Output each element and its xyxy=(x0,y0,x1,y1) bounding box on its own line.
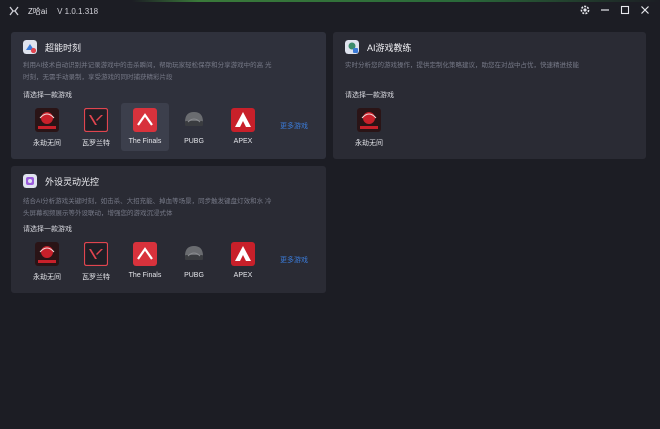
card-description: 实时分析您的游戏操作，提供定制化策略建议，助您在对战中占优，快速精进技能 xyxy=(345,62,579,69)
game-item-naraka[interactable]: 永劫无间 xyxy=(345,103,393,151)
game-item-pubg[interactable]: PUBG xyxy=(170,237,218,285)
pubg-icon xyxy=(182,242,206,266)
title-bar: Z哈ai V 1.0.1.318 xyxy=(0,0,660,22)
game-label: The Finals xyxy=(128,138,162,145)
game-item-the-finals[interactable]: The Finals xyxy=(121,103,169,151)
game-item-valorant[interactable]: 瓦罗兰特 xyxy=(72,103,120,151)
game-label: APEX xyxy=(233,272,253,279)
lighting-feature-icon xyxy=(23,174,37,188)
settings-gear-icon[interactable] xyxy=(578,3,592,17)
app-version: V 1.0.1.318 xyxy=(57,6,99,16)
game-item-valorant[interactable]: 瓦罗兰特 xyxy=(72,237,120,285)
ai-coach-icon xyxy=(345,40,359,54)
naraka-icon xyxy=(35,242,59,266)
game-label: PUBG xyxy=(184,272,204,279)
valorant-icon xyxy=(84,108,108,132)
app-name: Z哈ai xyxy=(28,6,48,16)
card-header: AI游戏教练 xyxy=(345,40,412,54)
game-item-pubg[interactable]: PUBG xyxy=(170,103,218,151)
game-label: 永劫无间 xyxy=(33,274,61,281)
game-label: 瓦罗兰特 xyxy=(82,140,110,147)
game-list: 永劫无间 瓦罗兰特 The Finals PUBG APEX xyxy=(23,237,267,285)
card-description-line-1: 结合AI分析游戏关键时刻，如击杀、大招充能、掉血等场景，同步触发键盘灯效和水 冷 xyxy=(23,198,272,205)
naraka-icon xyxy=(35,108,59,132)
ai-coach-card[interactable]: AI游戏教练 实时分析您的游戏操作，提供定制化策略建议，助您在对战中占优，快速精… xyxy=(333,32,646,159)
card-title: AI游戏教练 xyxy=(367,42,412,53)
game-item-naraka[interactable]: 永劫无间 xyxy=(23,103,71,151)
pubg-icon xyxy=(182,108,206,132)
game-item-apex[interactable]: APEX xyxy=(219,237,267,285)
game-item-apex[interactable]: APEX xyxy=(219,103,267,151)
select-game-label: 请选择一款游戏 xyxy=(23,92,72,99)
apex-icon xyxy=(231,108,255,132)
more-games-link[interactable]: 更多游戏 xyxy=(280,121,308,131)
game-item-naraka[interactable]: 永劫无间 xyxy=(23,237,71,285)
naraka-icon xyxy=(357,108,381,132)
card-title: 超能时刻 xyxy=(45,42,82,53)
game-item-the-finals[interactable]: The Finals xyxy=(121,237,169,285)
game-label: APEX xyxy=(233,138,253,145)
game-label: The Finals xyxy=(128,272,162,279)
highlight-moments-card[interactable]: 超能时刻 利用AI技术自动识别并记录游戏中的击杀瞬间，帮助玩家轻松保存和分享游戏… xyxy=(11,32,326,159)
highlight-feature-icon xyxy=(23,40,37,54)
app-logo-icon xyxy=(9,6,19,16)
the-finals-icon xyxy=(133,242,157,266)
more-games-link[interactable]: 更多游戏 xyxy=(280,255,308,265)
minimize-icon[interactable] xyxy=(598,3,612,17)
card-header: 超能时刻 xyxy=(23,40,81,54)
game-label: 永劫无间 xyxy=(355,140,383,147)
card-header: 外设灵动光控 xyxy=(23,174,99,188)
card-description-line-2: 头屏幕视频展示等外设联动，增强您的游戏沉浸式体 xyxy=(23,210,173,217)
apex-icon xyxy=(231,242,255,266)
the-finals-icon xyxy=(133,108,157,132)
peripheral-lighting-card[interactable]: 外设灵动光控 结合AI分析游戏关键时刻，如击杀、大招充能、掉血等场景，同步触发键… xyxy=(11,166,326,293)
select-game-label: 请选择一款游戏 xyxy=(345,92,394,99)
close-icon[interactable] xyxy=(638,3,652,17)
card-description-line-2: 时刻，无需手动录制，享受游戏的同时捕获精彩片段 xyxy=(23,74,173,81)
card-description-line-1: 利用AI技术自动识别并记录游戏中的击杀瞬间，帮助玩家轻松保存和分享游戏中的高 光 xyxy=(23,62,272,69)
valorant-icon xyxy=(84,242,108,266)
select-game-label: 请选择一款游戏 xyxy=(23,226,72,233)
game-label: PUBG xyxy=(184,138,204,145)
card-title: 外设灵动光控 xyxy=(45,176,100,187)
window-controls xyxy=(578,3,652,17)
game-list: 永劫无间 瓦罗兰特 The Finals PUBG APEX xyxy=(23,103,267,151)
game-list: 永劫无间 xyxy=(345,103,393,151)
maximize-icon[interactable] xyxy=(618,3,632,17)
game-label: 瓦罗兰特 xyxy=(82,274,110,281)
game-label: 永劫无间 xyxy=(33,140,61,147)
